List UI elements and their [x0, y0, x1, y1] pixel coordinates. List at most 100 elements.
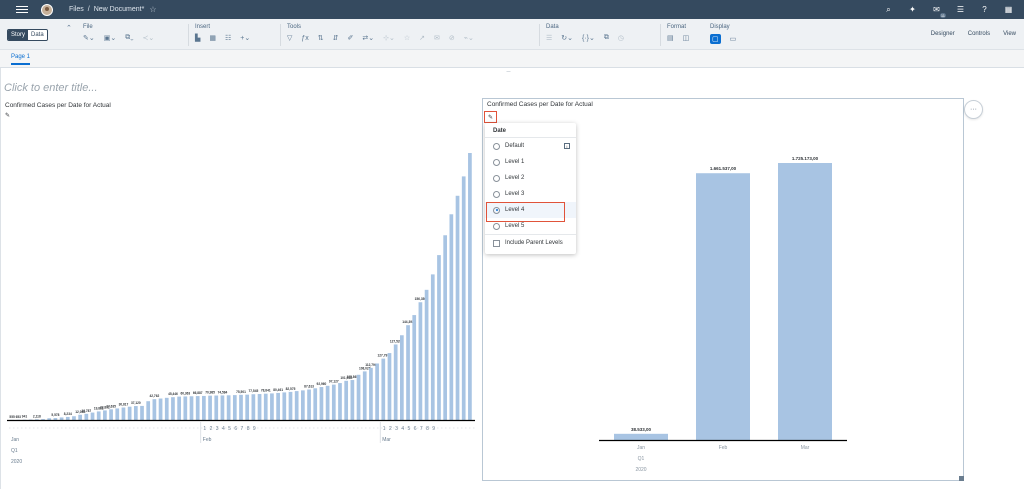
drill-option-level-1[interactable]: Level 1 [485, 154, 576, 170]
refresh-icon[interactable]: ↻⌄ [561, 34, 573, 42]
chart1-bar[interactable] [331, 384, 336, 420]
data-mode-button[interactable]: Data [28, 30, 47, 40]
chart1-bar[interactable] [189, 396, 194, 420]
chart1-bar[interactable] [121, 407, 126, 421]
chart1-bar[interactable] [369, 367, 373, 420]
lightbulb-icon[interactable]: ✦ [907, 4, 918, 15]
chart1-bar[interactable] [251, 394, 256, 420]
chart1-bar[interactable] [437, 255, 441, 420]
panel-icon[interactable]: ▭ [730, 35, 737, 43]
chart1-bar[interactable] [115, 408, 120, 420]
chart1-bar[interactable] [41, 419, 45, 420]
chart1-bar[interactable] [418, 302, 423, 420]
chart1-bar[interactable] [294, 391, 299, 420]
chart1-bar[interactable] [127, 406, 132, 420]
chart1-bar[interactable] [325, 385, 330, 420]
chart1-bar[interactable] [84, 413, 89, 420]
chart1-bar[interactable] [393, 344, 398, 420]
radio-button[interactable] [493, 222, 500, 230]
chart1-bar[interactable] [202, 395, 206, 420]
chart1-bar[interactable] [412, 315, 417, 420]
variables-icon[interactable]: {·}⌄ [582, 34, 595, 42]
smart-insights-icon[interactable]: ☆ [404, 34, 410, 42]
chart2-bar[interactable] [614, 433, 668, 440]
chart1-bar[interactable] [220, 395, 225, 420]
input-control-icon[interactable]: ☷ [225, 34, 231, 42]
drill-option-level-4[interactable]: Level 4 [485, 202, 576, 222]
breadcrumb-files-link[interactable]: Files [69, 6, 84, 13]
chart1-bar[interactable] [133, 406, 138, 420]
chart1-bar[interactable] [288, 391, 293, 420]
chart1-bar[interactable] [158, 398, 163, 420]
chart1-bar[interactable] [177, 396, 181, 420]
chart1-bar[interactable] [375, 363, 379, 420]
chart1-bar[interactable] [443, 235, 448, 420]
copy-icon[interactable]: ⧉⌄ [125, 34, 133, 42]
chart1-bar[interactable] [461, 176, 466, 420]
chart1-bar[interactable] [257, 394, 262, 420]
chart1-bar[interactable] [78, 414, 82, 420]
story-mode-button[interactable]: Story [8, 30, 29, 40]
chart1-bar[interactable] [103, 410, 107, 420]
discussions-icon[interactable]: ☰ [955, 4, 966, 15]
chart1-bar[interactable] [381, 358, 386, 420]
radio-button[interactable] [493, 174, 500, 182]
chart1-bar[interactable] [400, 335, 404, 420]
drill-option-level-2[interactable]: Level 2 [485, 170, 576, 186]
chart1-bar[interactable] [468, 153, 472, 420]
chart1-bar[interactable] [90, 412, 95, 420]
chart1-bar[interactable] [183, 396, 188, 420]
edit-chart-icon[interactable]: ✐ [348, 34, 354, 42]
chart1-bar[interactable] [313, 388, 318, 420]
chart1-bar[interactable] [232, 395, 237, 420]
chart1-bar[interactable] [53, 418, 58, 420]
drill-icon[interactable]: ⊹⌄ [383, 34, 395, 42]
bookmark-icon[interactable]: ⊘ [449, 34, 455, 42]
search-icon[interactable]: ⌕ [883, 4, 894, 15]
chart1-bar[interactable] [282, 392, 287, 420]
drill-option-default[interactable]: Default i [485, 138, 576, 154]
chart-icon[interactable]: ▙ [195, 34, 200, 42]
save-icon[interactable]: ▣⌄ [104, 34, 116, 42]
chart1-bar[interactable] [140, 405, 144, 420]
chart1-bar[interactable] [424, 289, 429, 420]
chart1-bar[interactable] [276, 392, 280, 420]
info-icon[interactable]: i [564, 143, 570, 149]
view-button[interactable]: View [1003, 31, 1016, 37]
include-parent-checkbox[interactable] [493, 239, 500, 247]
story-title-input[interactable]: Click to enter title... [4, 82, 98, 94]
more-options-button[interactable]: ··· [964, 100, 983, 119]
linked-analysis-icon[interactable]: ⇄⌄ [362, 34, 374, 42]
trend-icon[interactable]: ↗ [419, 34, 425, 42]
table-icon[interactable]: ▦ [209, 34, 216, 42]
apps-grid-icon[interactable]: ▦ [1003, 4, 1014, 15]
comment-icon[interactable]: ✉ [434, 34, 440, 42]
drill-option-level-5[interactable]: Level 5 [485, 218, 576, 234]
chart1-bar[interactable] [406, 325, 410, 420]
chart1-bar[interactable] [72, 416, 76, 420]
chart2-bar[interactable] [696, 173, 750, 440]
chart1-drill-icon[interactable]: ✎ [5, 112, 10, 119]
chart1-bar[interactable] [245, 394, 250, 420]
chart1-bar[interactable] [263, 393, 268, 420]
sort-icon[interactable]: ⇅ [318, 34, 324, 42]
chart1-bar[interactable] [109, 409, 113, 420]
chart1-bar[interactable] [455, 195, 460, 420]
chart1-bar[interactable] [350, 380, 355, 420]
controls-button[interactable]: Controls [968, 31, 990, 37]
chart1-bar[interactable] [146, 401, 151, 420]
chart1-bar[interactable] [96, 411, 101, 420]
data-history-icon[interactable]: ◷ [618, 34, 624, 42]
chart1-bar[interactable] [65, 416, 70, 420]
chart1-bar[interactable] [164, 397, 169, 420]
data-source-icon[interactable]: ☰ [546, 34, 552, 42]
chart1-bar[interactable] [226, 395, 231, 420]
avatar[interactable] [41, 3, 53, 16]
filter-icon[interactable]: ▽ [287, 34, 292, 42]
add-icon[interactable]: +⌄ [240, 34, 250, 42]
chart1-bar[interactable] [430, 274, 435, 420]
chart1-bar[interactable] [356, 374, 361, 420]
chart1-bar[interactable] [319, 387, 324, 420]
chart1-bar[interactable] [152, 399, 157, 420]
chart1-bar[interactable] [362, 371, 367, 420]
